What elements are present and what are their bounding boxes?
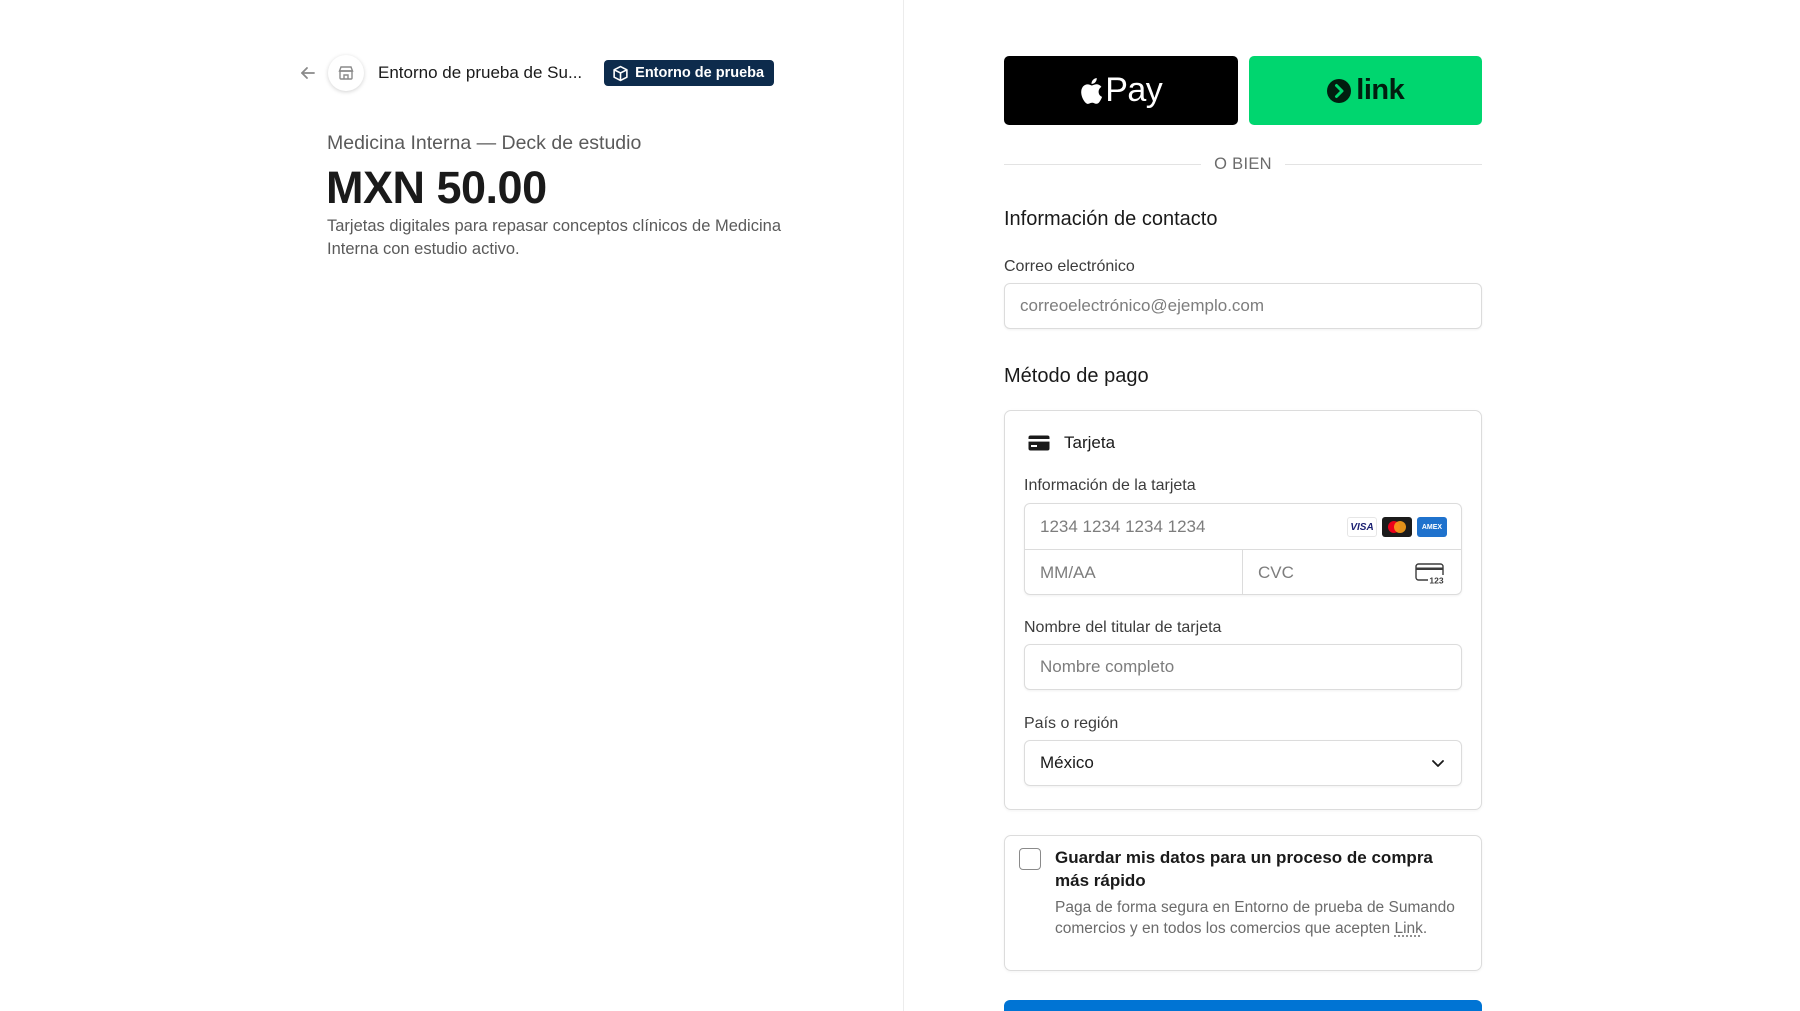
link-info-link[interactable]: Link xyxy=(1394,920,1422,937)
save-info-title: Guardar mis datos para un proceso de com… xyxy=(1055,848,1433,890)
apple-pay-label: Pay xyxy=(1105,71,1163,109)
save-desc-end: . xyxy=(1422,920,1428,937)
card-details-group: VISA AMEX 123 xyxy=(1024,503,1462,595)
save-info-panel: Guardar mis datos para un proceso de com… xyxy=(1004,835,1482,971)
pane-divider xyxy=(903,0,904,1011)
expiry-input[interactable] xyxy=(1025,550,1243,594)
apple-logo-icon xyxy=(1081,77,1103,104)
merchant-header: Entorno de prueba de Su... Entorno de pr… xyxy=(295,55,775,91)
country-select[interactable]: México xyxy=(1024,740,1462,786)
link-pay-button[interactable]: link xyxy=(1248,56,1482,125)
cvc-icon-digits: 123 xyxy=(1429,576,1443,586)
back-arrow-icon[interactable] xyxy=(295,60,321,86)
express-checkout-row: Pay link xyxy=(1004,56,1482,125)
save-info-checkbox[interactable] xyxy=(1019,848,1041,870)
sandbox-badge: Entorno de prueba xyxy=(604,60,775,86)
cube-icon xyxy=(613,65,628,81)
or-text: O BIEN xyxy=(1214,155,1272,173)
payment-section-title: Método de pago xyxy=(1004,365,1149,387)
email-input[interactable] xyxy=(1004,283,1482,329)
card-info-label: Información de la tarjeta xyxy=(1024,477,1196,494)
pay-button[interactable] xyxy=(1004,1000,1482,1011)
card-payment-panel: Tarjeta Información de la tarjeta VISA A… xyxy=(1004,410,1482,810)
or-line-right xyxy=(1284,164,1483,165)
link-label: link xyxy=(1356,74,1405,106)
merchant-name: Entorno de prueba de Su... xyxy=(378,63,583,82)
apple-pay-button[interactable]: Pay xyxy=(1004,56,1238,125)
country-label: País o región xyxy=(1024,715,1119,732)
contact-section-title: Información de contacto xyxy=(1004,208,1218,230)
mastercard-logo-icon xyxy=(1382,517,1412,537)
or-line-left xyxy=(1004,164,1202,165)
or-divider: O BIEN xyxy=(1004,155,1483,174)
product-description: Tarjetas digitales para repasar concepto… xyxy=(327,217,781,258)
payment-method-label: Tarjeta xyxy=(1064,433,1116,452)
product-name: Medicina Interna — Deck de estudio xyxy=(327,132,642,154)
sandbox-badge-label: Entorno de prueba xyxy=(635,65,765,81)
country-select-value: México xyxy=(1040,753,1094,772)
email-label: Correo electrónico xyxy=(1004,258,1135,275)
cardholder-name-input[interactable] xyxy=(1024,644,1462,690)
amex-logo-icon: AMEX xyxy=(1417,517,1447,537)
store-icon xyxy=(328,55,364,91)
link-logo-icon xyxy=(1327,78,1352,103)
save-info-description: Paga de forma segura en Entorno de prueb… xyxy=(1055,897,1455,939)
payment-method-header[interactable]: Tarjeta xyxy=(1028,433,1115,453)
credit-card-icon xyxy=(1028,435,1050,451)
cardholder-label: Nombre del titular de tarjeta xyxy=(1024,619,1222,636)
card-brand-logos: VISA AMEX xyxy=(1347,517,1447,537)
order-summary-pane: Entorno de prueba de Su... Entorno de pr… xyxy=(0,0,903,1011)
cvc-card-icon: 123 xyxy=(1415,563,1445,585)
product-price: MXN 50.00 xyxy=(326,162,547,213)
visa-logo-icon: VISA xyxy=(1347,517,1377,537)
chevron-down-icon xyxy=(1430,755,1446,771)
